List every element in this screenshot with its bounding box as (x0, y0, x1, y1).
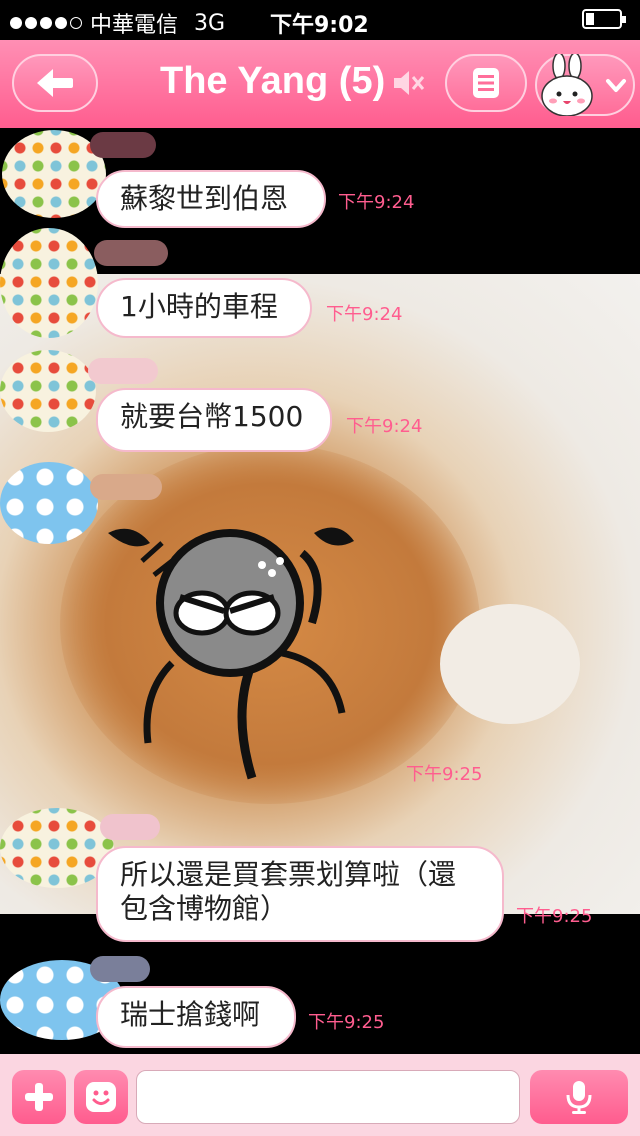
network-label: 3G (194, 10, 226, 36)
emoji-button[interactable] (74, 1070, 128, 1124)
chat-header: The Yang (5) (0, 40, 640, 128)
menu-button[interactable] (445, 54, 527, 112)
battery-icon (582, 9, 626, 29)
message-text: 蘇黎世到伯恩 (120, 182, 289, 215)
add-attachment-button[interactable] (12, 1070, 66, 1124)
avatar[interactable] (0, 228, 98, 338)
avatar[interactable] (0, 350, 96, 432)
menu-list-icon (473, 68, 499, 98)
message-time: 下午9:25 (516, 906, 593, 927)
message-text: 瑞士搶錢啊 (120, 998, 261, 1031)
message-text: 就要台幣1500 (120, 400, 304, 433)
signal-dots-icon (10, 17, 82, 29)
message-bubble[interactable]: 1小時的車程 (96, 278, 312, 338)
message-input[interactable] (136, 1070, 520, 1124)
sticker-dropdown-button[interactable] (535, 54, 635, 116)
carrier-label: 中華電信 (90, 13, 179, 38)
message-text: 1小時的車程 (120, 290, 278, 323)
chat-area[interactable]: 蘇黎世到伯恩 下午9:24 1小時的車程 下午9:24 就要台幣1500 下午9… (0, 128, 640, 1054)
message-time: 下午9:24 (346, 416, 423, 437)
back-arrow-icon (37, 69, 73, 97)
message-bubble[interactable]: 蘇黎世到伯恩 (96, 170, 326, 228)
status-bar: 中華電信 3G 下午9:02 (0, 0, 640, 40)
status-time: 下午9:02 (270, 13, 369, 38)
chat-title: The Yang (5) (160, 60, 386, 102)
message-bubble[interactable]: 就要台幣1500 (96, 388, 332, 452)
back-button[interactable] (12, 54, 98, 112)
voice-message-button[interactable] (530, 1070, 628, 1124)
message-text: 所以還是買套票划算啦（還包含博物館） (120, 858, 457, 925)
message-bubble[interactable]: 瑞士搶錢啊 (96, 986, 296, 1048)
plus-icon (25, 1083, 53, 1111)
sender-name-redacted (90, 956, 150, 982)
message-time: 下午9:24 (326, 304, 403, 325)
emoji-icon (86, 1082, 116, 1112)
chevron-down-icon (606, 79, 626, 92)
sender-name-redacted (90, 474, 162, 500)
sender-name-redacted (88, 358, 158, 384)
message-bubble[interactable]: 所以還是買套票划算啦（還包含博物館） (96, 846, 504, 942)
sender-name-redacted (90, 132, 156, 158)
message-input-bar (0, 1054, 640, 1136)
message-time: 下午9:24 (338, 192, 415, 213)
message-time: 下午9:25 (308, 1012, 385, 1033)
stressed-character-sticker[interactable] (102, 513, 362, 783)
sender-name-redacted (100, 814, 160, 840)
message-time: 下午9:25 (406, 764, 483, 785)
avatar[interactable] (0, 462, 98, 544)
sender-name-redacted (94, 240, 168, 266)
speaker-muted-icon (394, 71, 425, 95)
microphone-icon (566, 1081, 592, 1114)
